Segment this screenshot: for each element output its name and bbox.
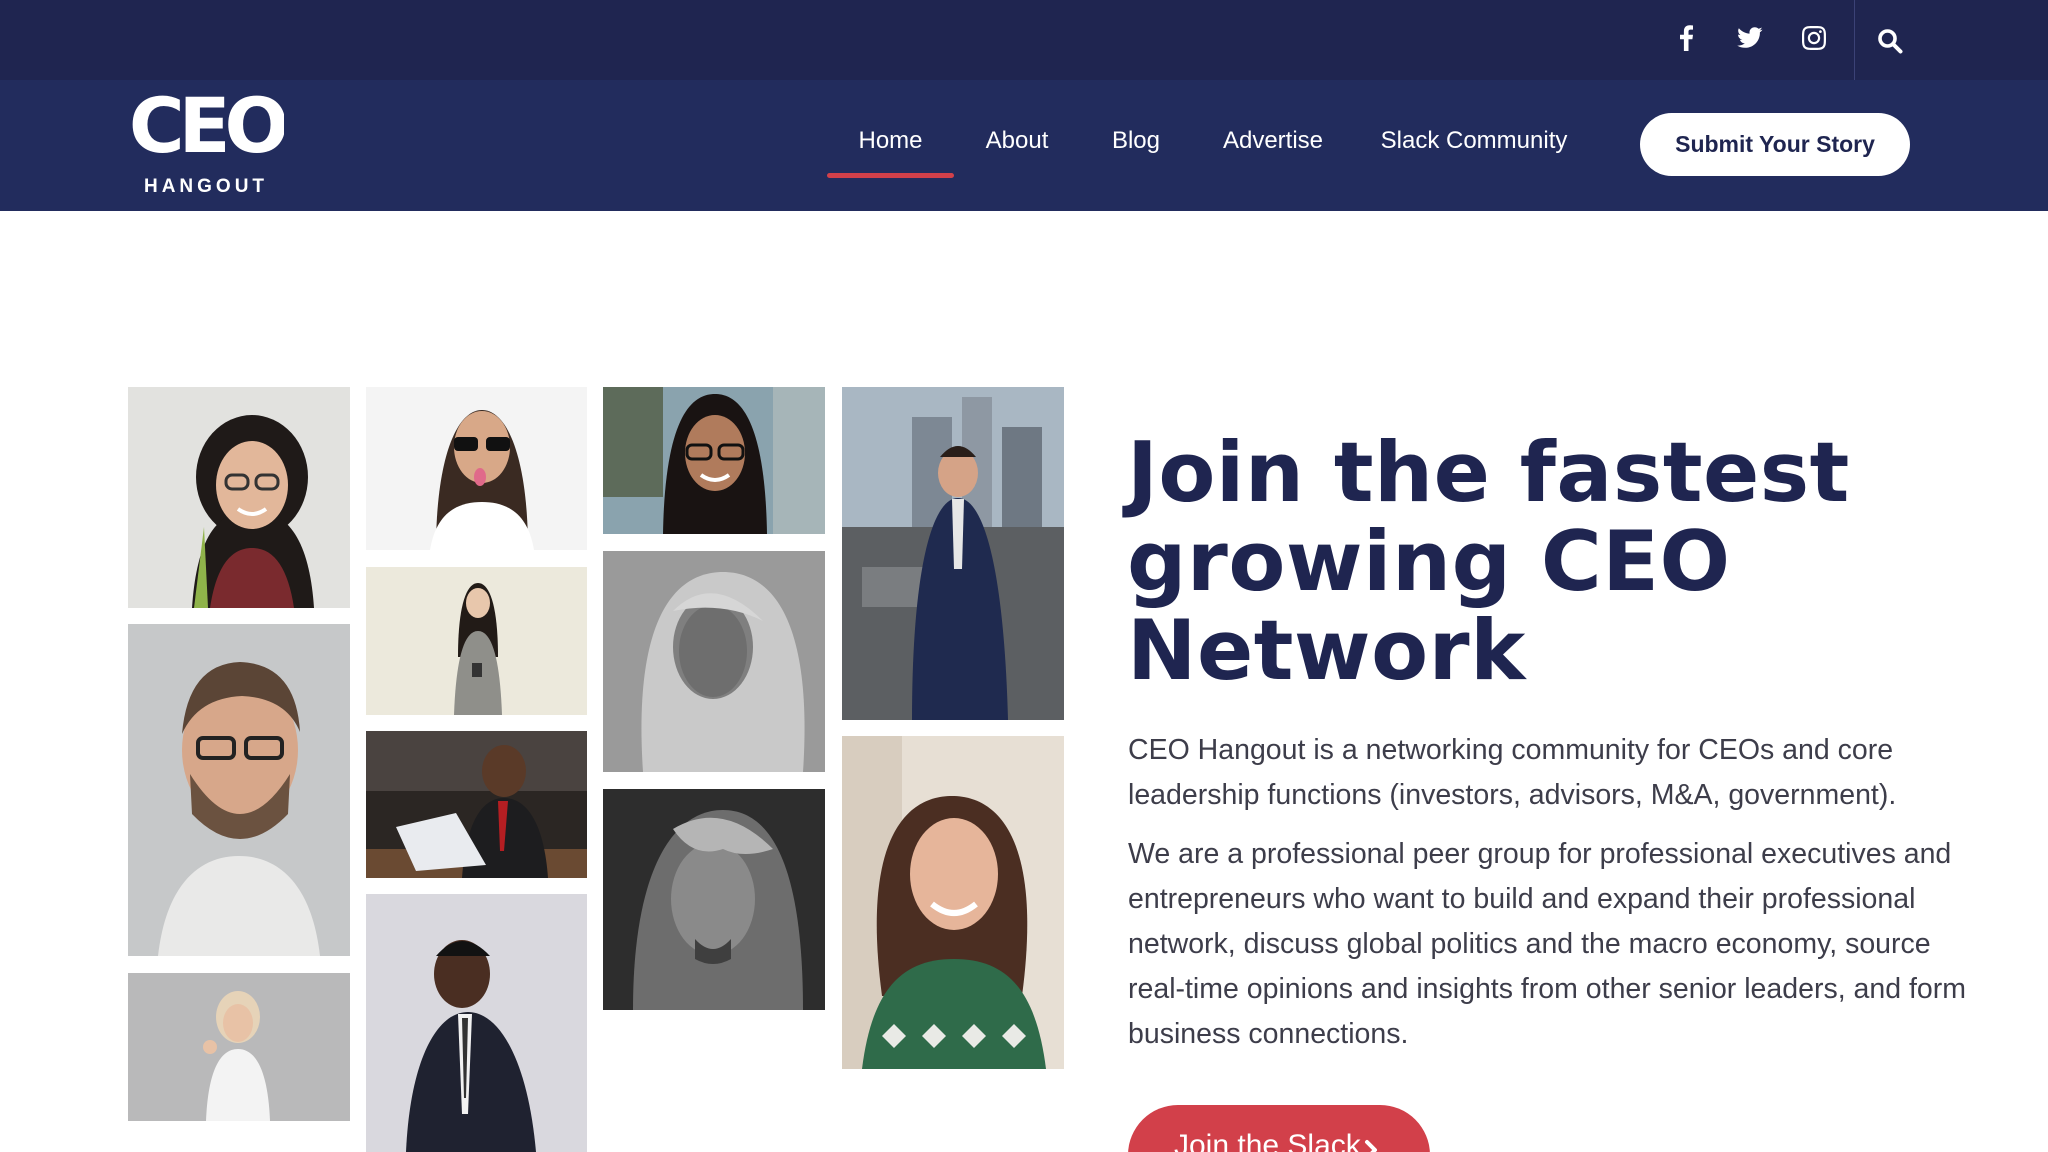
search-button[interactable] (1862, 0, 1918, 86)
photo-woman-bw (603, 551, 825, 772)
top-utility-bar (0, 0, 2048, 80)
ceo-hangout-logo[interactable]: CEO HANGOUT (128, 81, 292, 198)
main-navigation: CEO HANGOUT Home About Blog Advertise Sl… (0, 80, 2048, 211)
instagram-link[interactable] (1790, 0, 1838, 80)
nav-about-label: About (985, 127, 1049, 154)
photo-man-long-hair-bw (603, 789, 825, 1010)
logo-subtext: HANGOUT (144, 176, 268, 197)
nav-advertise-label: Advertise (1222, 127, 1324, 154)
nav-home[interactable]: Home (827, 116, 954, 184)
photo-man-laptop (366, 731, 587, 878)
nav-advertise[interactable]: Advertise (1210, 116, 1336, 184)
photo-woman-glasses (128, 387, 350, 608)
logo-text: CEO (129, 94, 284, 170)
photo-woman-city-glasses (603, 387, 825, 534)
join-the-slack-label: Join the Slack (1174, 1129, 1361, 1152)
photo-man-rooftop (842, 387, 1064, 720)
photo-woman-phone (366, 567, 587, 715)
topbar-divider (1854, 0, 1855, 80)
nav-blog-label: Blog (1111, 127, 1161, 154)
nav-slack-community[interactable]: Slack Community (1376, 116, 1572, 184)
nav-slack-community-label: Slack Community (1380, 127, 1568, 154)
submit-your-story-button[interactable]: Submit Your Story (1640, 113, 1910, 176)
active-nav-underline (827, 173, 954, 178)
hero-intro-paragraph: CEO Hangout is a networking community fo… (1128, 734, 1897, 811)
instagram-icon (1802, 25, 1826, 55)
join-the-slack-button[interactable]: Join the Slack (1128, 1105, 1430, 1152)
twitter-icon (1737, 26, 1763, 54)
nav-about[interactable]: About (973, 116, 1061, 184)
photo-man-beard-glasses (128, 624, 350, 956)
nav-home-label: Home (858, 127, 923, 154)
photo-woman-curly-hair (842, 736, 1064, 1069)
nav-blog[interactable]: Blog (1100, 116, 1172, 184)
photo-man-suit (366, 894, 587, 1152)
hero-description-paragraph: We are a professional peer group for pro… (1128, 838, 1966, 1050)
facebook-icon (1678, 24, 1694, 56)
photo-blonde-woman-waving (128, 973, 350, 1121)
chevron-right-icon (1364, 1135, 1380, 1152)
search-icon (1877, 28, 1903, 59)
twitter-link[interactable] (1726, 0, 1774, 80)
hero-headline: Join the fastest growing CEO Network (1127, 424, 1850, 699)
facebook-link[interactable] (1662, 0, 1710, 80)
photo-man-sunglasses-tongue (366, 387, 587, 550)
